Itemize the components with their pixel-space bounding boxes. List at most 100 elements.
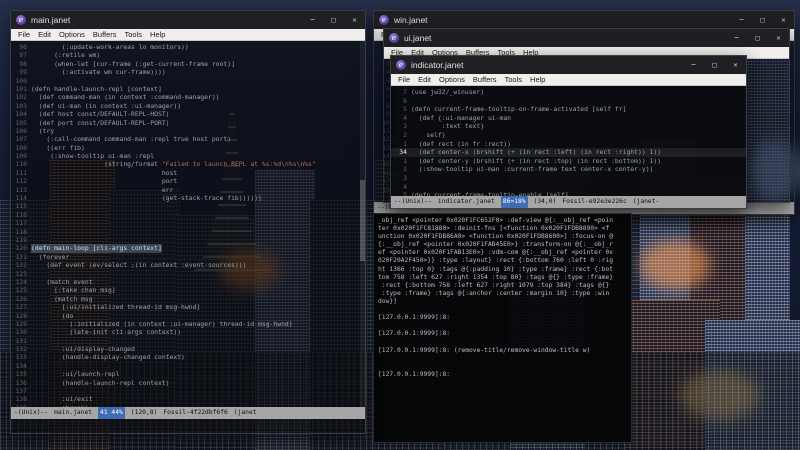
emacs-icon: e bbox=[379, 15, 389, 25]
code-line: 97 (:retile wm) bbox=[19, 51, 101, 60]
terminal-line: dow}] bbox=[378, 297, 397, 305]
modeline-major-mode: (janet- bbox=[632, 198, 660, 205]
code-line: 3 bbox=[403, 173, 407, 182]
code-line: 123 bbox=[15, 269, 27, 278]
code-line: 110 (string/format "Failed to launch REP… bbox=[15, 160, 316, 169]
titlebar[interactable]: e main.janet ─ □ ✕ bbox=[11, 11, 365, 29]
code-line: 134 bbox=[15, 361, 27, 370]
echo-area bbox=[11, 419, 365, 433]
close-button[interactable]: ✕ bbox=[725, 56, 746, 74]
terminal-line: _obj_ref <pointer 0x020F1FC652F0> :def-v… bbox=[378, 217, 614, 224]
menu-item-tools[interactable]: Tools bbox=[121, 30, 147, 39]
menu-item-edit[interactable]: Edit bbox=[414, 75, 435, 84]
code-line: 1 (def center-y (brshift (+ (in rect :to… bbox=[403, 156, 662, 165]
code-line: 101 (defn handle-launch-repl [context] bbox=[15, 84, 162, 93]
close-button[interactable]: ✕ bbox=[773, 11, 794, 29]
modeline-position: (120,8) bbox=[130, 409, 158, 416]
code-line: 118 bbox=[15, 227, 27, 236]
menu-item-options[interactable]: Options bbox=[435, 75, 469, 84]
repl-terminal[interactable]: _obj_ref <pointer 0x020F1FC652F0> :def-v… bbox=[373, 213, 632, 443]
modeline-buffer: indicator.janet bbox=[437, 198, 495, 205]
menubar: FileEditOptionsBuffersToolsHelp bbox=[391, 74, 746, 86]
code-line: 1 (def rect (in fr :rect)) bbox=[403, 139, 512, 148]
code-line: 124 (match event bbox=[15, 277, 93, 286]
code-line: 139 (break) bbox=[11, 404, 365, 407]
emacs-icon: e bbox=[16, 15, 26, 25]
maximize-button[interactable]: □ bbox=[747, 29, 768, 47]
modeline: -(Unix)-- main.janet 41 44% (120,8) Foss… bbox=[11, 407, 365, 419]
code-line: 132 :ui/display-changed bbox=[15, 345, 135, 354]
code-line: 114 (get-stack-trace fib)))))) bbox=[15, 194, 262, 203]
scrollbar-thumb[interactable] bbox=[360, 180, 365, 261]
code-line: 138 :ui/exit bbox=[15, 395, 93, 404]
code-line: 34 (def center-x (brshift (+ (in rect :l… bbox=[391, 148, 746, 157]
minimize-button[interactable]: ─ bbox=[726, 29, 747, 47]
code-line: 135 :ui/launch-repl bbox=[15, 370, 120, 379]
code-line: 100 bbox=[15, 76, 27, 85]
window-controls: ─ □ ✕ bbox=[683, 56, 746, 74]
code-line: 128 (do bbox=[15, 311, 74, 320]
terminal-line: ter 0x020F1FC81880> :deinit-fns [<functi… bbox=[378, 225, 610, 233]
menu-item-help[interactable]: Help bbox=[146, 30, 169, 39]
menu-item-edit[interactable]: Edit bbox=[34, 30, 55, 39]
code-line: 119 bbox=[15, 235, 27, 244]
code-line: 6 bbox=[403, 96, 407, 105]
code-editor[interactable]: 7 (use jw32/_winuser) 6 5 (defn current-fram… bbox=[391, 86, 746, 196]
terminal-line: [127.0.0.1:9999]:8: bbox=[378, 370, 451, 378]
scrollbar[interactable] bbox=[360, 41, 365, 407]
modeline-vcs: Fossil-4f22dbf6f6 bbox=[163, 409, 228, 416]
window-controls: ─ □ ✕ bbox=[302, 11, 365, 29]
code-line: 103 (def ui-man (in context :ui-manager)… bbox=[15, 101, 182, 110]
code-line: 108 ((err fib) bbox=[15, 143, 85, 152]
code-line: 109 (:show-tooltip ui-man :repl bbox=[15, 152, 155, 161]
emacs-icon: e bbox=[389, 33, 399, 43]
modeline-scroll-chip: 86=18% bbox=[500, 196, 528, 208]
code-line: 96 (:update-work-areas lo monitors)) bbox=[19, 43, 189, 51]
code-line: 122 (def event (ev/select ;(in context :… bbox=[15, 261, 247, 270]
code-line: 5 (defn current-frame-tooltip-enable [sel… bbox=[403, 191, 569, 196]
minimize-button[interactable]: ─ bbox=[302, 11, 323, 29]
code-line: 133 (handle-display-changed context) bbox=[15, 353, 185, 362]
code-line: 99 (:activate wm cur-frame)))) bbox=[19, 68, 166, 77]
code-editor[interactable]: 96 (:update-work-areas lo monitors)) 97 (… bbox=[11, 41, 365, 407]
code-line: 7 (use jw32/_winuser) bbox=[403, 88, 485, 96]
menu-item-tools[interactable]: Tools bbox=[501, 75, 527, 84]
menu-item-file[interactable]: File bbox=[394, 75, 414, 84]
code-line: 129 (:initialized (in context :ui-manage… bbox=[15, 319, 293, 328]
menu-item-help[interactable]: Help bbox=[526, 75, 549, 84]
maximize-button[interactable]: □ bbox=[752, 11, 773, 29]
close-button[interactable]: ✕ bbox=[768, 29, 789, 47]
code-line: 137 bbox=[15, 387, 27, 396]
close-button[interactable]: ✕ bbox=[344, 11, 365, 29]
modeline-prefix: --(Unix)-- bbox=[394, 198, 432, 205]
window-title: indicator.janet bbox=[411, 60, 464, 70]
terminal-line: [127.0.0.1:9999]:8: bbox=[378, 314, 451, 322]
menu-item-file[interactable]: File bbox=[14, 30, 34, 39]
code-line: 126 (match msg bbox=[15, 294, 93, 303]
menu-item-buffers[interactable]: Buffers bbox=[89, 30, 121, 39]
terminal-line: tom 758 :left 627 :right 1354 :top 80} :… bbox=[378, 273, 614, 281]
modeline-prefix: -(Unix)-- bbox=[14, 409, 49, 416]
menu-item-buffers[interactable]: Buffers bbox=[469, 75, 501, 84]
titlebar[interactable]: e indicator.janet ─ □ ✕ bbox=[391, 56, 746, 74]
titlebar[interactable]: e win.janet ─ □ ✕ bbox=[374, 11, 794, 29]
titlebar[interactable]: e ui.janet ─ □ ✕ bbox=[384, 29, 789, 47]
code-line: 115 bbox=[15, 202, 27, 211]
modeline-vcs: Fossil-e92e3e226c bbox=[562, 198, 627, 205]
menu-item-options[interactable]: Options bbox=[55, 30, 89, 39]
minimize-button[interactable]: ─ bbox=[683, 56, 704, 74]
code-line: 136 (handle-launch-repl context) bbox=[15, 378, 170, 387]
code-line: 131 bbox=[15, 336, 27, 345]
terminal-line: ht 1366 :top 0} :tags @{:padding 10} :ty… bbox=[378, 265, 614, 273]
minimize-button[interactable]: ─ bbox=[731, 11, 752, 29]
modeline-major-mode: (janet bbox=[233, 409, 257, 416]
code-line: 121 (forever bbox=[15, 252, 70, 261]
maximize-button[interactable]: □ bbox=[704, 56, 725, 74]
menubar: FileEditOptionsBuffersToolsHelp bbox=[11, 29, 365, 41]
window-main-janet: e main.janet ─ □ ✕ File Edit Options Buffer… bbox=[10, 10, 366, 434]
maximize-button[interactable]: □ bbox=[323, 11, 344, 29]
window-controls: ─ □ ✕ bbox=[726, 29, 789, 47]
window-title: win.janet bbox=[394, 15, 428, 25]
